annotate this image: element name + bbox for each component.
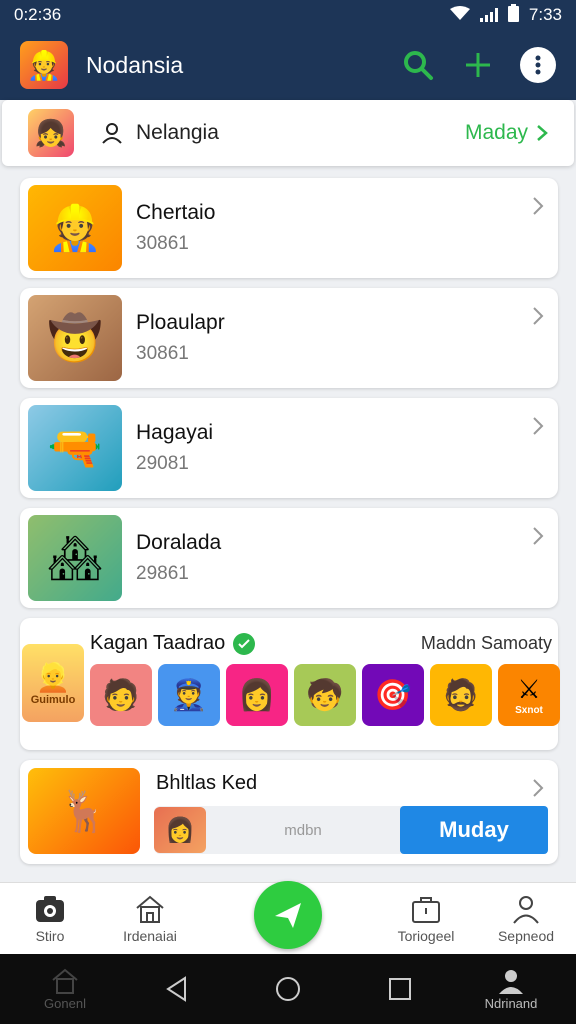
user-action-label: Maday [464,121,528,144]
nav-label: Irdenaiai [123,927,177,944]
featured-title: Kagan Taadrao [90,632,226,654]
hunter-avatar-icon: 🤠 [28,295,122,381]
featured-tile[interactable]: 🧔 [430,664,492,726]
promo-card[interactable]: 🦌 Bhltlas Ked 👩 mdbn Muday [20,760,558,864]
more-vertical-icon [535,55,541,75]
list-item[interactable]: 👷 Chertaio 30861 [20,178,558,278]
cannon-icon: 🔫 [28,405,122,491]
item-subtitle: 30861 [136,233,189,254]
home-circle-icon [276,977,300,1001]
status-icons: 7:33 [449,3,562,27]
nav-label: Sepneod [497,927,555,944]
featured-tile[interactable]: 👩 [226,664,288,726]
user-avatar: 👧 [28,109,74,157]
promo-input[interactable]: mdbn [206,822,400,839]
verified-check-icon [233,632,256,655]
app-bar: 👷 Nodansia [0,30,576,100]
system-label: Ndrinand [484,995,538,1011]
status-bar: 0:2:36 7:33 [0,0,576,30]
item-subtitle: 29081 [136,453,189,474]
send-icon [275,902,301,928]
nav-item-bag[interactable]: Toriogeel [376,894,476,944]
item-title: Chertaio [136,201,216,224]
more-options-button[interactable] [520,47,556,83]
nav-item-stiro[interactable]: Stiro [0,894,100,944]
recents-square-icon [388,978,411,1000]
nav-center [200,880,376,949]
person-icon [102,123,122,144]
app-title: Nodansia [86,51,184,78]
back-button[interactable] [132,976,222,1002]
user-name: Nelangia [136,121,219,144]
back-triangle-icon [165,976,186,1002]
game-list: 👷 Chertaio 30861 🤠 Ploaulapr 30861 🔫 Hag… [20,178,560,864]
user-bar[interactable]: 👧 Nelangia Maday [2,100,574,166]
system-profile-shortcut[interactable]: Ndrinand [466,968,556,1011]
bottom-nav: Stiro Irdenaiai Toriogeel Sepneod [0,880,576,954]
featured-tile-label: Guimulo [30,693,76,706]
chevron-right-icon [533,197,544,215]
search-icon [404,51,433,80]
person-icon [499,969,523,994]
battery-icon [507,3,519,27]
chevron-right-icon [537,125,548,141]
item-subtitle: 29861 [136,563,189,584]
featured-tiles: 👱 Guimulo 🧑 👮 👩 🧒 🎯 🧔 ⚔ Sxnot [20,644,560,726]
item-title: Ploaulapr [136,311,225,334]
signal-icon [479,8,498,22]
chevron-right-icon [533,417,544,435]
app-logo-icon: 👷 [20,41,68,89]
system-home-shortcut[interactable]: Gonenl [20,968,110,1011]
plus-icon [466,53,490,77]
chevron-right-icon [533,307,544,325]
featured-tile-label: Sxnot [515,705,543,716]
village-scene-icon: 🏘 [28,515,122,601]
person-icon [513,895,539,924]
chevron-right-icon [533,527,544,545]
nav-label: Toriogeel [397,927,455,944]
status-time: 0:2:36 [14,5,62,24]
featured-strip: Kagan Taadrao Maddn Samoaty 👱 Guimulo 🧑 👮… [20,618,560,750]
item-subtitle: 30861 [136,343,189,364]
promo-button[interactable]: Muday [400,806,548,854]
featured-tile[interactable]: 🧑 [90,664,152,726]
featured-tile[interactable]: 👮 [158,664,220,726]
home-icon [52,968,78,994]
user-action-link[interactable]: Maday [465,121,548,145]
featured-tile[interactable]: 🧒 [294,664,356,726]
system-nav-bar: Gonenl Ndrinand [0,954,576,1024]
item-title: Doralada [136,531,222,554]
list-item[interactable]: 🤠 Ploaulapr 30861 [20,288,558,388]
promo-bar: 👩 mdbn Muday [154,806,548,854]
bag-icon [412,896,440,923]
chevron-right-icon [533,779,544,797]
promo-title: Bhltlas Ked [156,772,258,794]
list-item[interactable]: 🏘 Doralada 29861 [20,508,558,608]
wifi-icon [449,5,470,25]
search-button[interactable] [400,47,436,83]
camera-icon [36,895,64,922]
system-label: Gonenl [44,995,86,1011]
featured-tile[interactable]: 👱 Guimulo [22,644,84,722]
home-icon [136,895,164,923]
nav-item-home[interactable]: Irdenaiai [100,894,200,944]
add-button[interactable] [460,47,496,83]
featured-tile[interactable]: ⚔ Sxnot [498,664,560,726]
item-title: Hagayai [136,421,214,444]
fab-button[interactable] [254,880,322,949]
list-item[interactable]: 🔫 Hagayai 29081 [20,398,558,498]
miner-avatar-icon: 👷 [28,185,122,271]
status-clock-right: 7:33 [528,5,562,24]
recents-button[interactable] [355,976,445,1002]
featured-tile[interactable]: 🎯 [362,664,424,726]
featured-link[interactable]: Maddn Samoaty [421,633,552,654]
promo-avatar: 👩 [154,807,206,853]
home-button[interactable] [243,975,333,1003]
nav-label: Stiro [35,927,65,944]
promo-image: 🦌 [28,768,140,854]
nav-item-profile[interactable]: Sepneod [476,894,576,944]
